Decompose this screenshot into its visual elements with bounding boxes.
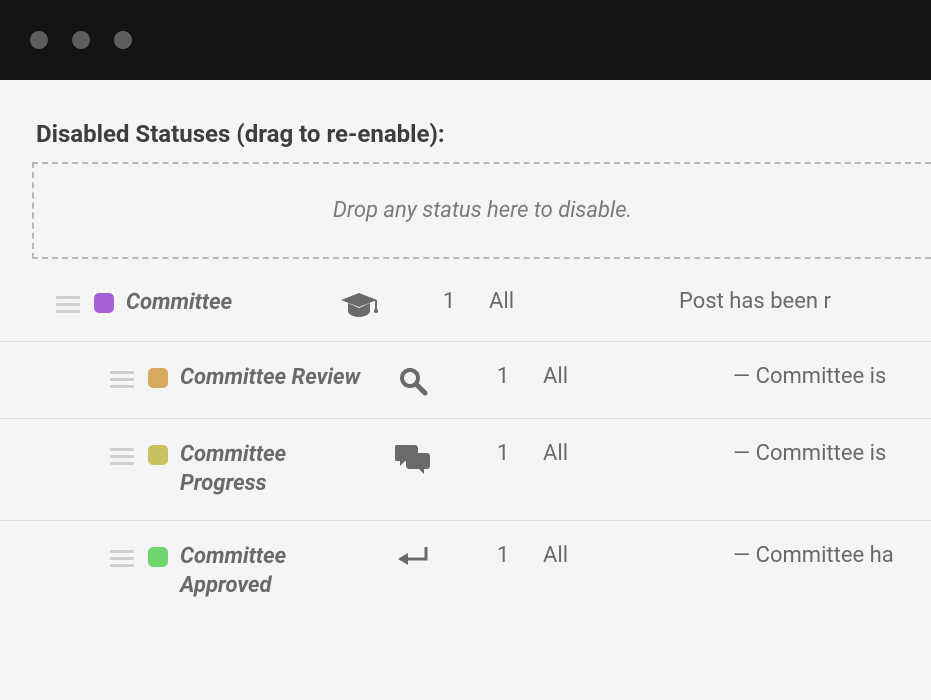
status-scope: All bbox=[543, 364, 733, 389]
color-swatch bbox=[148, 445, 168, 465]
status-scope: All bbox=[543, 441, 733, 466]
graduation-cap-icon bbox=[309, 291, 409, 319]
status-description: — Committee is bbox=[733, 441, 886, 466]
status-count: 1 bbox=[463, 364, 543, 389]
window-titlebar bbox=[0, 0, 931, 80]
status-name: Committee Review bbox=[180, 364, 360, 393]
status-count: 1 bbox=[463, 441, 543, 466]
status-count: 1 bbox=[463, 543, 543, 568]
traffic-light-close[interactable] bbox=[30, 31, 48, 49]
status-row[interactable]: Committee Progress 1 All — Committee is bbox=[0, 418, 931, 520]
status-list: Committee 1 All Post has been r Committe… bbox=[0, 267, 931, 622]
status-name: Committee Approved bbox=[180, 543, 363, 600]
traffic-light-zoom[interactable] bbox=[114, 31, 132, 49]
color-swatch bbox=[94, 293, 114, 313]
color-swatch bbox=[148, 368, 168, 388]
traffic-light-minimize[interactable] bbox=[72, 31, 90, 49]
status-description: Post has been r bbox=[679, 289, 831, 314]
status-row[interactable]: Committee Review 1 All — Committee is bbox=[0, 341, 931, 418]
status-count: 1 bbox=[409, 289, 489, 314]
status-description: — Committee is bbox=[733, 364, 886, 389]
status-description: — Committee ha bbox=[733, 543, 894, 568]
return-arrow-icon bbox=[363, 545, 463, 571]
status-row[interactable]: Committee 1 All Post has been r bbox=[0, 267, 931, 341]
status-row[interactable]: Committee Approved 1 All — Committee ha bbox=[0, 520, 931, 622]
drag-handle-icon[interactable] bbox=[110, 448, 134, 465]
status-scope: All bbox=[543, 543, 733, 568]
status-scope: All bbox=[489, 289, 679, 314]
color-swatch bbox=[148, 547, 168, 567]
drag-handle-icon[interactable] bbox=[110, 550, 134, 567]
chat-icon bbox=[363, 443, 463, 475]
drag-handle-icon[interactable] bbox=[56, 296, 80, 313]
drop-zone[interactable]: Drop any status here to disable. bbox=[32, 162, 931, 259]
drag-handle-icon[interactable] bbox=[110, 371, 134, 388]
status-name: Committee Progress bbox=[180, 441, 363, 498]
search-icon bbox=[363, 366, 463, 396]
section-title: Disabled Statuses (drag to re-enable): bbox=[36, 120, 931, 148]
status-name: Committee bbox=[126, 289, 232, 318]
